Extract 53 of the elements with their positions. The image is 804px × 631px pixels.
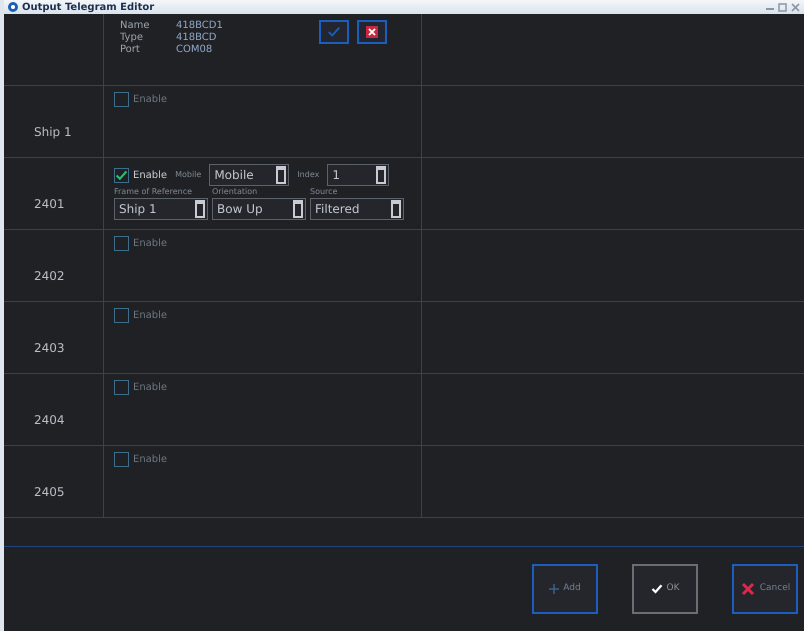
close-button[interactable]: [357, 20, 387, 44]
checkbox-label: Enable: [133, 168, 168, 182]
spinner-handle[interactable]: [195, 200, 205, 218]
maximize-icon[interactable]: [778, 2, 787, 12]
checkbox-label: Enable: [133, 309, 168, 323]
row-label: Ship 1: [34, 124, 72, 140]
field-value: 418BCD1: [176, 20, 224, 32]
checkbox-label: Enable: [133, 93, 168, 107]
field-value: COM08: [176, 44, 214, 56]
field-label: Mobile: [175, 169, 202, 181]
row-label: 2404: [34, 412, 65, 428]
checkbox-label: Enable: [133, 453, 168, 467]
field-label: Index: [297, 169, 320, 181]
row-label: 2402: [34, 268, 65, 284]
checkbox[interactable]: [114, 308, 129, 323]
field-label: Type: [120, 32, 144, 44]
field-label: Frame of Reference: [114, 186, 194, 198]
checkbox-label: Enable: [133, 237, 168, 251]
close-icon: [366, 26, 378, 38]
row-label: 2405: [34, 484, 65, 500]
checkbox[interactable]: [114, 92, 129, 107]
row-label: 2401: [34, 196, 65, 212]
spinner-handle[interactable]: [276, 166, 286, 184]
spinner-handle[interactable]: [376, 166, 386, 184]
plus-icon: [549, 584, 560, 594]
spinner-handle[interactable]: [293, 200, 303, 218]
cancel-button[interactable]: Cancel: [732, 564, 798, 614]
dropdown-field[interactable]: Ship 1: [114, 198, 208, 220]
field-label: Name: [120, 20, 151, 32]
field-label: Port: [120, 44, 141, 56]
dropdown-field[interactable]: 1: [327, 164, 390, 186]
field-value: 418BCD: [176, 32, 218, 44]
check-icon: [650, 583, 662, 595]
close-icon: [740, 581, 756, 597]
field-label: Source: [310, 186, 338, 198]
window-title: Output Telegram Editor: [22, 0, 154, 14]
row-label: 2403: [34, 340, 65, 356]
add-button[interactable]: Add: [532, 564, 598, 614]
checkbox[interactable]: [114, 236, 129, 251]
dropdown-field[interactable]: Mobile: [209, 164, 290, 186]
confirm-button[interactable]: [319, 20, 349, 44]
ok-button[interactable]: OK: [632, 564, 698, 614]
field-label: Orientation: [212, 186, 258, 198]
check-icon: [327, 25, 341, 39]
app-icon: [8, 2, 18, 12]
checkbox[interactable]: [114, 168, 129, 182]
dropdown-field[interactable]: Bow Up: [212, 198, 306, 220]
dropdown-field[interactable]: Filtered: [310, 198, 404, 220]
checkbox[interactable]: [114, 380, 129, 395]
spinner-handle[interactable]: [391, 200, 401, 218]
checkbox-label: Enable: [133, 381, 168, 395]
close-icon[interactable]: [791, 2, 800, 12]
checkbox[interactable]: [114, 452, 129, 467]
